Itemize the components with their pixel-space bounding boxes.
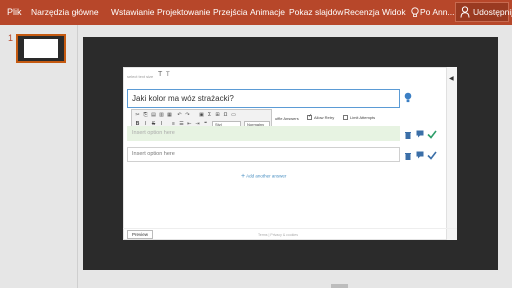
editor-side-panel[interactable]: ◀	[446, 67, 457, 240]
allow-retry-label: Allow Retry	[314, 115, 335, 120]
editor-footer-divider	[123, 228, 457, 229]
table-icon[interactable]: ⊞	[214, 112, 221, 119]
paste-word-icon[interactable]: ▦	[166, 112, 173, 119]
person-icon	[460, 6, 470, 18]
plus-icon: +	[241, 173, 246, 180]
share-label: Udostępnij	[473, 7, 512, 17]
tab-home[interactable]: Narzędzia główne	[31, 0, 99, 25]
allow-retry-option[interactable]: Allow Retry	[307, 113, 335, 121]
text-size-large-button[interactable]: T	[158, 71, 162, 78]
slides-panel: 1	[0, 25, 78, 288]
redo-icon[interactable]: ↷	[184, 112, 191, 119]
delete-trash-icon[interactable]	[404, 131, 412, 139]
tab-file[interactable]: Plik	[7, 0, 22, 25]
delete-trash-icon[interactable]	[404, 152, 412, 160]
footer-links[interactable]: Terms | Privacy & cookies	[258, 233, 298, 237]
text-size-small-button[interactable]: T	[166, 72, 170, 78]
lightbulb-icon[interactable]	[411, 7, 419, 18]
add-answer-link[interactable]: + Add another answer	[241, 173, 286, 180]
user-name: Ann...	[432, 7, 455, 17]
formula-icon[interactable]: Σ	[206, 112, 213, 119]
tell-me-search[interactable]: Po Ann...	[420, 0, 455, 25]
add-answer-label: Add another answer	[246, 173, 287, 179]
mark-correct-check-icon[interactable]	[427, 151, 437, 160]
limit-attempts-option[interactable]: Limit Attempts	[343, 115, 376, 121]
hint-lightbulb-icon[interactable]	[404, 92, 412, 104]
copy-icon[interactable]: ⎘	[142, 112, 149, 119]
paste-text-icon[interactable]: ▥	[158, 112, 165, 119]
preview-button[interactable]: Preview	[127, 230, 153, 239]
undo-icon[interactable]: ↶	[176, 112, 183, 119]
cut-icon[interactable]: ✂	[134, 112, 141, 119]
special-char-icon[interactable]: Ω	[222, 112, 229, 119]
answer-option-1[interactable]: Insert option here	[127, 126, 400, 141]
tab-transitions[interactable]: Przejścia	[213, 0, 247, 25]
limit-attempts-checkbox[interactable]	[343, 115, 348, 121]
paste-icon[interactable]: ▤	[150, 112, 157, 119]
slide-number: 1	[8, 33, 14, 43]
tab-design[interactable]: Projektowanie	[157, 0, 210, 25]
tab-slideshow[interactable]: Pokaz slajdów	[289, 0, 343, 25]
feedback-comment-icon[interactable]	[416, 130, 424, 138]
limit-attempts-label: Limit Attempts	[350, 115, 376, 120]
text-size-label: select text size	[127, 74, 154, 79]
tab-animations[interactable]: Animacje	[250, 0, 285, 25]
source-icon[interactable]: ▭	[230, 112, 237, 119]
answer-option-2[interactable]: Insert option here	[127, 147, 400, 162]
tell-me-label: Po	[420, 7, 431, 17]
tab-review[interactable]: Recenzja	[344, 0, 379, 25]
horizontal-scrollbar[interactable]	[331, 284, 348, 288]
question-input[interactable]: Jaki kolor ma wóz strażacki?	[127, 89, 400, 108]
shuffle-answers-label[interactable]: uffle Answers	[275, 116, 299, 121]
slide-thumbnail[interactable]	[16, 34, 66, 63]
image-icon[interactable]: ▣	[198, 112, 205, 119]
slide-thumbnail-preview	[24, 39, 58, 58]
share-button[interactable]: Udostępnij	[455, 2, 512, 22]
tab-insert[interactable]: Wstawianie	[111, 0, 154, 25]
feedback-comment-icon[interactable]	[416, 151, 424, 159]
collapse-arrow-icon[interactable]: ◀	[449, 75, 454, 82]
correct-check-icon[interactable]	[427, 130, 437, 139]
tab-view[interactable]: Widok	[382, 0, 406, 25]
allow-retry-checkbox[interactable]	[307, 113, 312, 121]
ribbon-bar: Plik Narzędzia główne Wstawianie Projekt…	[0, 0, 512, 25]
